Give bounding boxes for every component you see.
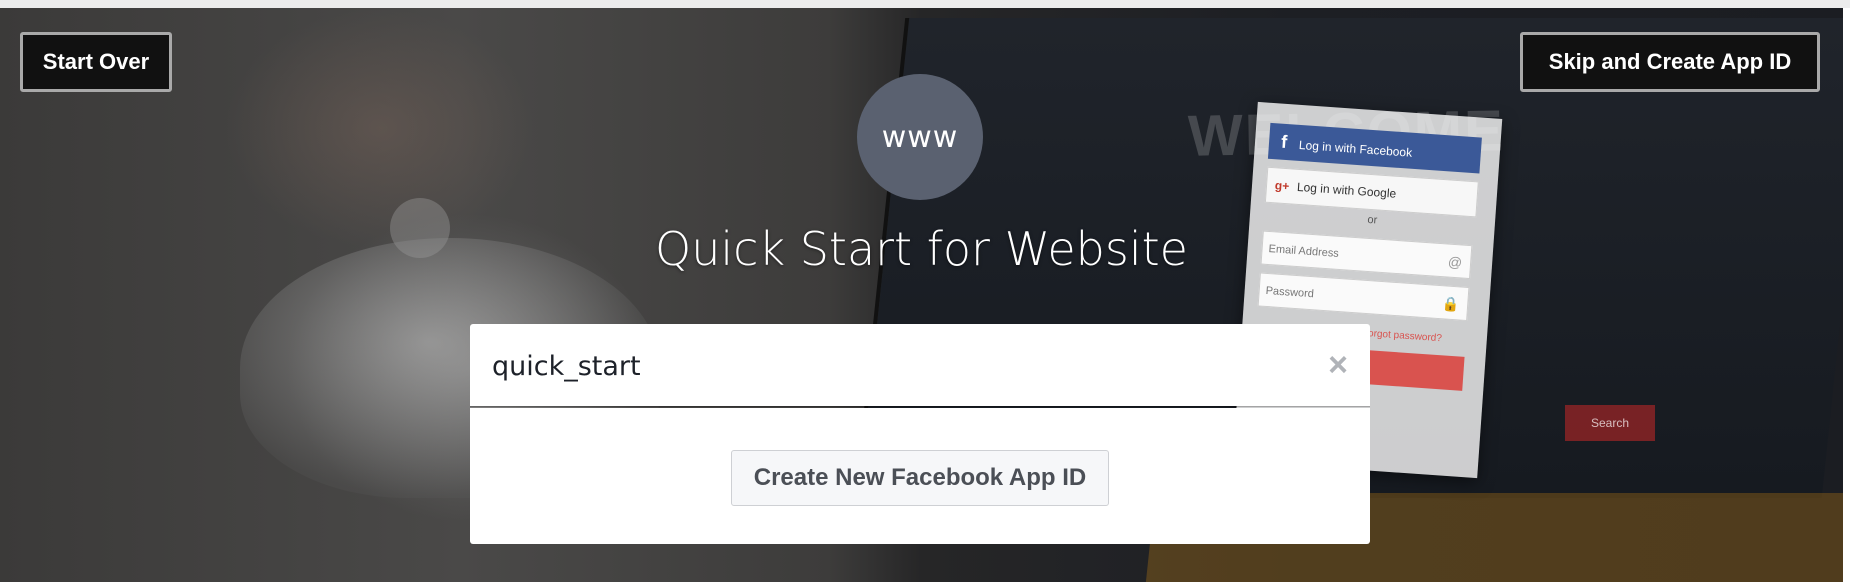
www-icon: www bbox=[857, 74, 983, 200]
background-fb-login: f Log in with Facebook bbox=[1267, 122, 1482, 174]
lock-icon: 🔒 bbox=[1441, 295, 1460, 313]
page-title: Quick Start for Website bbox=[655, 222, 1188, 276]
background-forgot-link: Forgot password? bbox=[1361, 327, 1443, 345]
skip-and-create-app-id-button[interactable]: Skip and Create App ID bbox=[1520, 32, 1820, 92]
background-google-login-label: Log in with Google bbox=[1296, 179, 1397, 201]
background-password-placeholder: Password bbox=[1265, 284, 1315, 301]
google-plus-icon: g+ bbox=[1274, 178, 1290, 194]
background-fb-login-label: Log in with Facebook bbox=[1298, 137, 1413, 160]
facebook-icon: f bbox=[1280, 131, 1288, 153]
close-icon[interactable]: × bbox=[1318, 340, 1358, 390]
top-strip bbox=[0, 0, 1850, 8]
create-new-facebook-app-id-button[interactable]: Create New Facebook App ID bbox=[731, 450, 1109, 506]
background-password-field: Password 🔒 bbox=[1257, 272, 1470, 322]
app-name-input[interactable] bbox=[490, 336, 1294, 396]
background-search-button: Search bbox=[1565, 405, 1655, 441]
start-over-button[interactable]: Start Over bbox=[20, 32, 172, 92]
app-name-search-box bbox=[470, 324, 1370, 406]
